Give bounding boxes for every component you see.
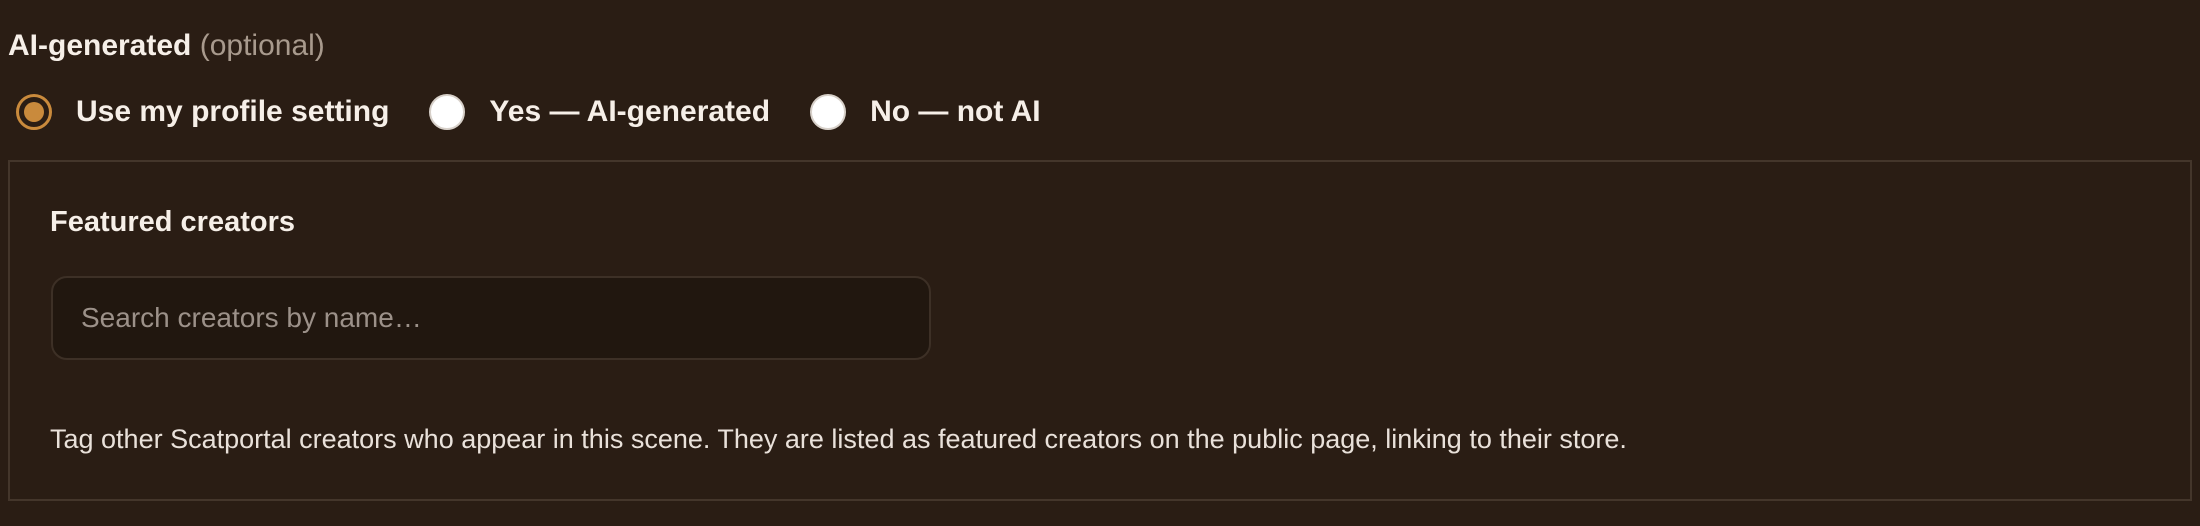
radio-label-yes-ai: Yes — AI-generated xyxy=(489,95,771,128)
ai-generated-title: AI-generated xyxy=(8,29,192,62)
optional-hint: (optional) xyxy=(199,29,325,62)
radio-label-profile-setting: Use my profile setting xyxy=(76,95,390,128)
ai-generated-radio-group: Use my profile setting Yes — AI-generate… xyxy=(16,88,1041,136)
radio-option-yes-ai[interactable]: Yes — AI-generated xyxy=(429,88,770,136)
radio-button-not-ai[interactable] xyxy=(810,94,847,130)
creator-search-input[interactable] xyxy=(51,276,931,360)
featured-creators-panel: Featured creators Tag other Scatportal c… xyxy=(8,160,2192,501)
radio-option-not-ai[interactable]: No — not AI xyxy=(810,88,1041,136)
radio-button-profile-setting[interactable] xyxy=(16,94,52,130)
featured-creators-help-text: Tag other Scatportal creators who appear… xyxy=(50,424,1627,454)
radio-button-yes-ai[interactable] xyxy=(429,94,466,130)
ai-generated-label: AI-generated (optional) xyxy=(8,26,325,66)
radio-label-not-ai: No — not AI xyxy=(870,95,1041,128)
radio-option-profile-setting[interactable]: Use my profile setting xyxy=(16,88,389,136)
featured-creators-title: Featured creators xyxy=(50,206,295,238)
